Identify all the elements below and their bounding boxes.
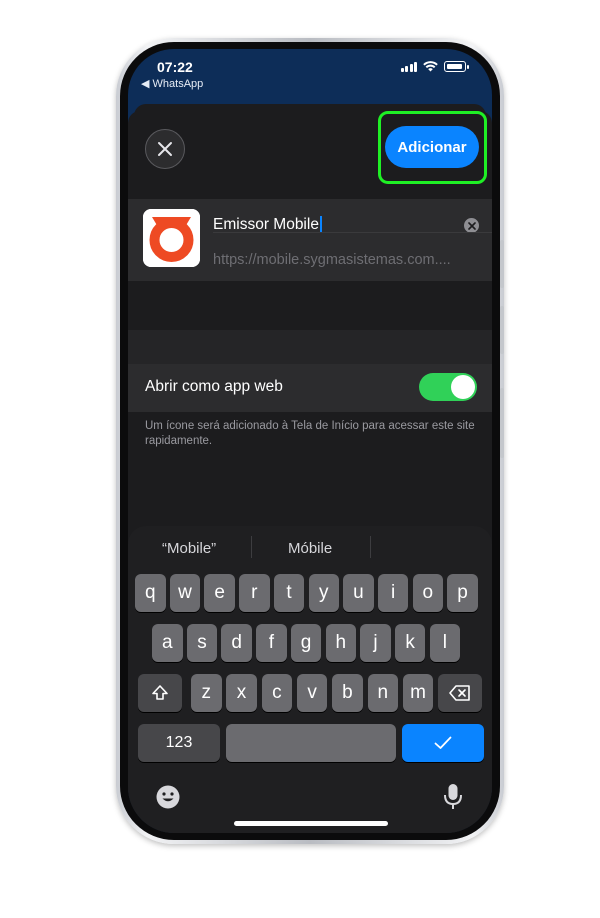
key-o[interactable]: o [412, 574, 444, 612]
web-app-toggle[interactable] [419, 373, 477, 401]
add-to-home-sheet: Adicionar Emissor Mobile https://mobile.… [128, 111, 492, 833]
close-button[interactable] [145, 129, 185, 169]
key-w[interactable]: w [169, 574, 201, 612]
prediction-separator [370, 536, 371, 558]
footnote-text: Um ícone será adicionado à Tela de Iníci… [145, 420, 475, 447]
section-spacer [128, 330, 492, 364]
clear-icon [467, 221, 476, 230]
key-r[interactable]: r [239, 574, 270, 612]
key-i[interactable]: i [377, 574, 409, 612]
key-s[interactable]: s [186, 624, 218, 662]
web-app-toggle-row: Abrir como app web [128, 364, 492, 412]
keyboard: “Mobile” Móbile 123 q w e r t y u i o p … [128, 526, 492, 833]
key-b[interactable]: b [332, 674, 363, 712]
clear-text-button[interactable] [464, 218, 479, 233]
side-button [500, 388, 504, 458]
app-icon [143, 209, 200, 267]
bookmark-info-card [128, 199, 492, 281]
key-h[interactable]: h [325, 624, 356, 662]
checkmark-icon [434, 736, 452, 749]
delete-icon [449, 685, 470, 701]
emoji-icon [156, 785, 180, 809]
phone-screen: 07:22 ◀ WhatsApp Adicionar Emissor Mobil… [128, 49, 492, 833]
space-bar[interactable] [226, 724, 396, 762]
prediction-bar: “Mobile” Móbile [128, 526, 492, 570]
toggle-knob [451, 375, 475, 399]
key-a[interactable]: a [152, 624, 183, 662]
key-e[interactable]: e [204, 574, 235, 612]
key-k[interactable]: k [394, 624, 426, 662]
side-button [500, 306, 504, 354]
dictation-button[interactable] [442, 782, 464, 812]
key-f[interactable]: f [256, 624, 287, 662]
bookmark-name-text: Emissor Mobile [213, 216, 319, 233]
key-v[interactable]: v [296, 674, 328, 712]
key-g[interactable]: g [290, 624, 322, 662]
key-l[interactable]: l [429, 624, 461, 662]
key-q[interactable]: q [135, 574, 166, 612]
home-indicator [234, 821, 388, 826]
key-j[interactable]: j [360, 624, 391, 662]
close-icon [158, 142, 172, 156]
status-icons [400, 61, 469, 72]
shift-key[interactable] [138, 674, 182, 712]
prediction-item[interactable]: “Mobile” [162, 540, 216, 557]
prediction-item[interactable]: Móbile [288, 540, 332, 557]
web-app-toggle-label: Abrir como app web [145, 378, 283, 395]
cellular-signal-icon [400, 61, 417, 72]
key-x[interactable]: x [226, 674, 257, 712]
side-button [500, 240, 504, 288]
key-t[interactable]: t [273, 574, 305, 612]
key-y[interactable]: y [308, 574, 339, 612]
field-divider [213, 232, 492, 233]
back-to-app-link[interactable]: ◀ WhatsApp [141, 77, 203, 90]
key-m[interactable]: m [402, 674, 434, 712]
key-c[interactable]: c [261, 674, 293, 712]
key-d[interactable]: d [221, 624, 252, 662]
key-p[interactable]: p [447, 574, 478, 612]
emissor-logo-icon [143, 209, 200, 267]
key-z[interactable]: z [191, 674, 222, 712]
status-bar: 07:22 ◀ WhatsApp [128, 49, 492, 99]
microphone-icon [444, 784, 462, 809]
prediction-separator [251, 536, 252, 558]
bookmark-url: https://mobile.sygmasistemas.com.... [213, 252, 451, 268]
done-key[interactable] [402, 724, 484, 762]
shift-icon [152, 685, 168, 700]
add-button[interactable]: Adicionar [385, 126, 479, 168]
battery-icon [444, 61, 469, 72]
key-n[interactable]: n [367, 674, 398, 712]
wifi-icon [423, 61, 438, 72]
status-time: 07:22 [157, 59, 193, 75]
key-u[interactable]: u [343, 574, 374, 612]
delete-key[interactable] [438, 674, 482, 712]
text-cursor [319, 216, 322, 234]
numbers-key[interactable]: 123 [138, 724, 220, 762]
emoji-button[interactable] [155, 784, 181, 810]
